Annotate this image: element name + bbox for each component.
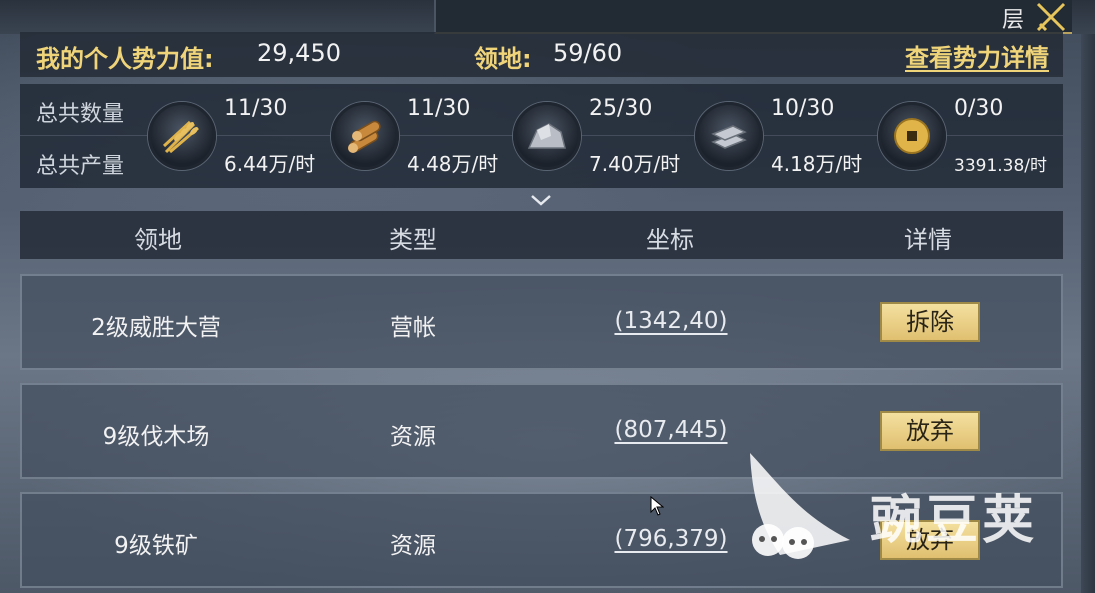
header-details: 详情 (904, 226, 952, 254)
territory-name: 2级威胜大营 (91, 315, 221, 341)
total-count-label: 总共数量 (36, 102, 125, 127)
chevron-down-icon[interactable] (530, 193, 552, 207)
coin-count: 0/30 (954, 96, 1004, 121)
wood-production: 4.48万/时 (407, 152, 499, 176)
influence-label: 我的个人势力值: (36, 45, 214, 73)
resource-wheat: 11/30 6.44万/时 (148, 84, 328, 188)
right-edge-frame (1081, 34, 1095, 593)
table-row: 9级伐木场 资源 (807,445) 放弃 (20, 383, 1063, 479)
wheat-count: 11/30 (224, 96, 288, 121)
territory-value: 59/60 (553, 39, 623, 67)
wood-icon (331, 102, 399, 170)
coin-icon (878, 102, 946, 170)
stone-count: 25/30 (589, 96, 653, 121)
crossed-swords-icon[interactable] (1034, 0, 1068, 34)
total-production-label: 总共产量 (36, 154, 125, 179)
territory-name: 9级伐木场 (102, 424, 210, 450)
resource-iron: 10/30 4.18万/时 (695, 84, 875, 188)
territory-coords-link[interactable]: (796,379) (614, 526, 727, 552)
resource-stone: 25/30 7.40万/时 (513, 84, 693, 188)
territory-type: 营帐 (390, 315, 436, 341)
resource-coin: 0/30 3391.38/时 (878, 84, 1058, 188)
top-partial-text: 层 (1001, 8, 1024, 33)
influence-summary-bar: 我的个人势力值: 29,450 领地: 59/60 查看势力详情 (20, 32, 1063, 77)
wood-count: 11/30 (407, 96, 471, 121)
table-row: 2级威胜大营 营帐 (1342,40) 拆除 (20, 274, 1063, 370)
territory-coords-link[interactable]: (807,445) (614, 417, 727, 443)
view-influence-details-link[interactable]: 查看势力详情 (905, 38, 1049, 73)
abandon-button[interactable]: 放弃 (880, 411, 980, 451)
mouse-cursor-icon (650, 496, 664, 516)
wheat-icon (148, 102, 216, 170)
territory-coords-link[interactable]: (1342,40) (614, 308, 727, 334)
wheat-production: 6.44万/时 (224, 152, 316, 176)
coin-production: 3391.38/时 (954, 156, 1048, 176)
stone-production: 7.40万/时 (589, 152, 681, 176)
iron-icon (695, 102, 763, 170)
territory-name: 9级铁矿 (114, 533, 198, 559)
resource-panel: 总共数量 总共产量 11/30 6.44万/时 11/30 4.48万/时 25… (20, 84, 1063, 188)
iron-production: 4.18万/时 (771, 152, 863, 176)
influence-value: 29,450 (257, 39, 341, 67)
demolish-button[interactable]: 拆除 (880, 302, 980, 342)
territory-table-header: 领地 类型 坐标 详情 (20, 211, 1063, 259)
territory-label: 领地: (474, 45, 532, 73)
header-coords: 坐标 (646, 226, 694, 254)
header-type: 类型 (389, 226, 437, 254)
territory-type: 资源 (390, 533, 436, 559)
stone-icon (513, 102, 581, 170)
header-territory: 领地 (134, 226, 182, 254)
resource-wood: 11/30 4.48万/时 (331, 84, 511, 188)
top-panel: 层 (434, 0, 1072, 34)
territory-type: 资源 (390, 424, 436, 450)
watermark-text: 豌豆荚 (870, 491, 1039, 551)
iron-count: 10/30 (771, 96, 835, 121)
